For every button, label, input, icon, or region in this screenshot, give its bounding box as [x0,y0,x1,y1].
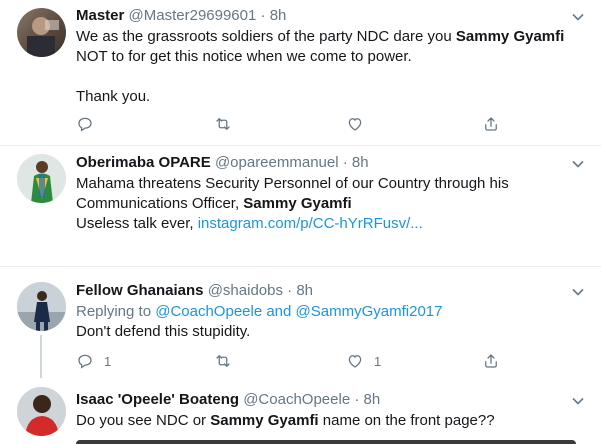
heart-icon [348,355,362,368]
avatar[interactable] [17,8,66,57]
reply-icon [78,117,92,132]
share-button[interactable] [482,351,500,371]
separator-dot: · [260,7,266,24]
tweet-actions [76,114,516,134]
separator-dot: · [342,154,348,171]
chevron-down-icon[interactable] [571,285,585,299]
avatar[interactable] [17,387,66,436]
like-button[interactable] [346,114,364,134]
handle[interactable]: @CoachOpeele [243,391,350,408]
separator-dot: · [287,282,293,299]
like-count: 1 [374,353,382,369]
retweet-button[interactable] [214,351,232,371]
tweet[interactable]: Master @Master29699601 · 8h We as the gr… [0,0,601,145]
highlighted-term: Sammy Gyamfi [210,412,319,429]
display-name[interactable]: Isaac 'Opeele' Boateng [76,391,239,408]
text-line: Communications Officer, Sammy Gyamfi [76,195,352,212]
thread-connector [40,335,42,378]
text-line: NOT to for get this notice when we come … [76,48,412,65]
tweet-text: Replying to @CoachOpeele and @SammyGyamf… [76,302,576,342]
text-line: Don't defend this stupidity. [76,323,251,340]
text-line: Useless talk ever, instagram.com/p/CC-hY… [76,215,423,232]
text-line: Thank you. [76,88,151,105]
text-line: Mahama threatens Security Personnel of o… [76,175,509,192]
share-icon [485,354,497,368]
tweet-header: Master @Master29699601 · 8h [76,6,286,26]
retweet-icon [216,355,230,367]
timestamp[interactable]: 8h [352,154,369,171]
handle[interactable]: @Master29699601 [129,7,257,24]
chevron-down-icon[interactable] [571,10,585,24]
replying-to-link[interactable]: @CoachOpeele and @SammyGyamfi2017 [155,303,442,320]
share-button[interactable] [482,114,500,134]
tweet-text: We as the grassroots soldiers of the par… [76,27,576,107]
external-link[interactable]: instagram.com/p/CC-hYrRFusv/... [198,215,423,232]
retweet-button[interactable] [214,114,232,134]
retweet-icon [216,118,230,130]
separator-dot: · [354,391,360,408]
reply-button[interactable] [76,114,94,134]
timestamp[interactable]: 8h [364,391,381,408]
display-name[interactable]: Fellow Ghanaians [76,282,204,299]
reply-icon [78,354,92,369]
tweet[interactable]: Isaac 'Opeele' Boateng @CoachOpeele · 8h… [0,378,601,444]
media-preview[interactable] [76,440,576,444]
avatar-photo [27,17,59,57]
tweet-header: Fellow Ghanaians @shaidobs · 8h [76,281,313,301]
tweet-header: Isaac 'Opeele' Boateng @CoachOpeele · 8h [76,390,380,410]
reply-button[interactable]: 1 [76,351,111,371]
handle[interactable]: @shaidobs [208,282,283,299]
display-name[interactable]: Oberimaba OPARE [76,154,211,171]
timestamp[interactable]: 8h [270,7,287,24]
highlighted-term: Sammy Gyamfi [455,28,565,45]
chevron-down-icon[interactable] [571,157,585,171]
timestamp[interactable]: 8h [296,282,313,299]
tweet-header: Oberimaba OPARE @opareemmanuel · 8h [76,153,369,173]
share-icon [485,117,497,131]
like-button[interactable]: 1 [346,351,381,371]
replying-to-line: Replying to @CoachOpeele and @SammyGyamf… [76,303,443,320]
tweet[interactable]: Fellow Ghanaians @shaidobs · 8h Replying… [0,267,601,378]
avatar[interactable] [17,282,66,331]
text-line: Do you see NDC or Sammy Gyamfi name on t… [76,412,495,429]
avatar-photo [17,387,66,436]
reply-count: 1 [104,353,112,369]
avatar-photo [17,282,66,331]
tweet-actions: 1 1 [76,351,516,371]
display-name[interactable]: Master [76,7,124,24]
highlighted-term: Sammy Gyamfi [243,195,352,212]
handle[interactable]: @opareemmanuel [215,154,339,171]
tweet-text: Do you see NDC or Sammy Gyamfi name on t… [76,411,576,431]
tweet-text: Mahama threatens Security Personnel of o… [76,174,576,234]
text-line: We as the grassroots soldiers of the par… [76,28,565,45]
chevron-down-icon[interactable] [571,394,585,408]
avatar-photo [17,154,66,203]
avatar[interactable] [17,154,66,203]
heart-icon [348,118,362,131]
tweet[interactable]: Oberimaba OPARE @opareemmanuel · 8h Maha… [0,146,601,266]
